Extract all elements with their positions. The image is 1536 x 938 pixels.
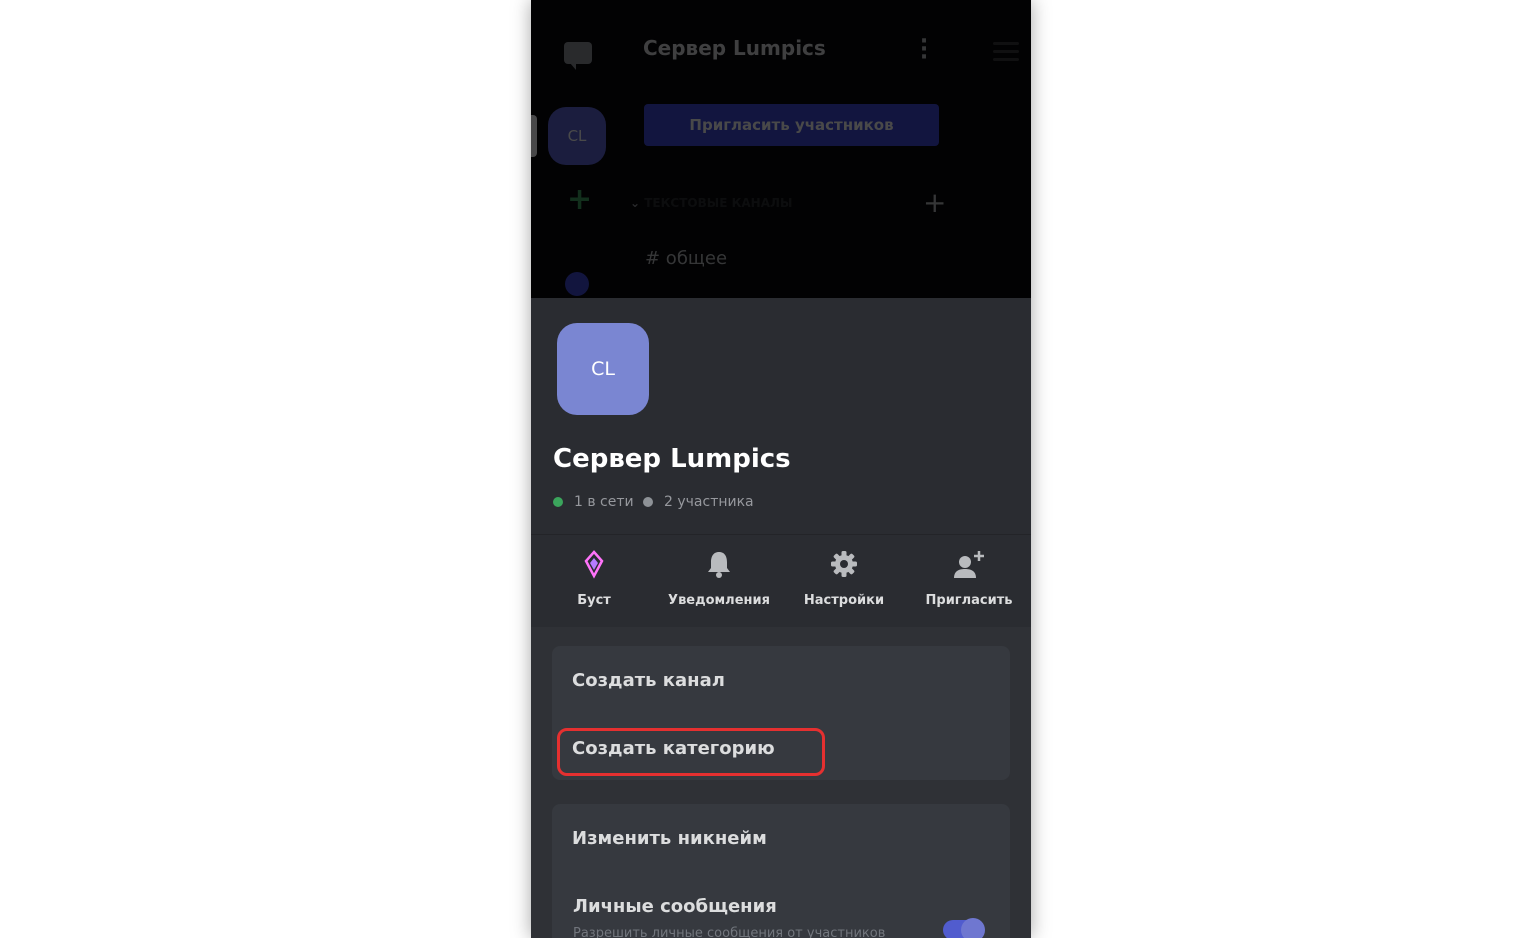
server-avatar: CL <box>557 323 649 415</box>
action-bar: Буст Уведомления Настройки Пригласить <box>531 534 1031 627</box>
chat-icon[interactable] <box>564 42 592 70</box>
boost-button[interactable]: Буст <box>534 549 654 608</box>
invite-label: Пригласить <box>925 593 1013 608</box>
member-count: 2 участника <box>643 494 754 510</box>
online-text: 1 в сети <box>574 494 634 510</box>
add-server-icon[interactable]: + <box>567 182 592 217</box>
boost-label: Буст <box>577 593 611 608</box>
phone-screen: Сервер Lumpics · · · CL + Пригласить участ… <box>531 0 1031 938</box>
highlight-box <box>557 728 825 776</box>
toggle-knob <box>961 918 985 938</box>
direct-messages-item[interactable]: Личные сообщения <box>573 896 777 917</box>
server-icon[interactable]: CL <box>548 107 606 165</box>
more-icon[interactable]: · · · <box>919 31 929 69</box>
notifications-button[interactable]: Уведомления <box>659 549 779 608</box>
online-dot-icon <box>553 497 563 507</box>
channel-header-title: Сервер Lumpics <box>643 36 826 60</box>
add-channel-icon[interactable]: + <box>923 186 946 219</box>
change-nickname-item[interactable]: Изменить никнейм <box>572 828 767 849</box>
create-channel-item[interactable]: Создать канал <box>572 670 725 691</box>
member-dot-icon <box>643 497 653 507</box>
invite-members-button[interactable]: Пригласить участников <box>644 104 939 146</box>
boost-gem-icon <box>534 549 654 583</box>
category-label: ТЕКСТОВЫЕ КАНАЛЫ <box>644 196 793 210</box>
online-count: 1 в сети <box>553 494 634 510</box>
server-name: Сервер Lumpics <box>553 444 791 474</box>
profile-actions-card: Изменить никнейм Личные сообщения <box>552 804 1010 938</box>
settings-label: Настройки <box>803 593 885 608</box>
member-text: 2 участника <box>664 494 754 510</box>
add-user-icon <box>909 549 1029 583</box>
background-app: Сервер Lumpics · · · CL + Пригласить участ… <box>531 0 1031 298</box>
direct-messages-toggle[interactable] <box>943 918 985 938</box>
channel-item[interactable]: # общее <box>645 248 727 269</box>
server-info: CL Сервер Lumpics 1 в сети 2 участника <box>531 298 1031 534</box>
category-header[interactable]: ⌄ ТЕКСТОВЫЕ КАНАЛЫ <box>630 196 792 210</box>
settings-button[interactable]: Настройки <box>784 549 904 608</box>
server-icon-partial[interactable] <box>565 272 589 296</box>
server-bottom-sheet: CL Сервер Lumpics 1 в сети 2 участника Б… <box>531 298 1031 938</box>
gear-icon <box>784 549 904 583</box>
notifications-label: Уведомления <box>668 593 770 608</box>
invite-button[interactable]: Пригласить <box>909 549 1029 608</box>
menu-icon[interactable] <box>993 42 1019 66</box>
selected-server-indicator <box>531 115 537 157</box>
bell-icon <box>659 549 779 583</box>
direct-messages-description: Разрешить личные сообщения от участников <box>573 926 886 938</box>
